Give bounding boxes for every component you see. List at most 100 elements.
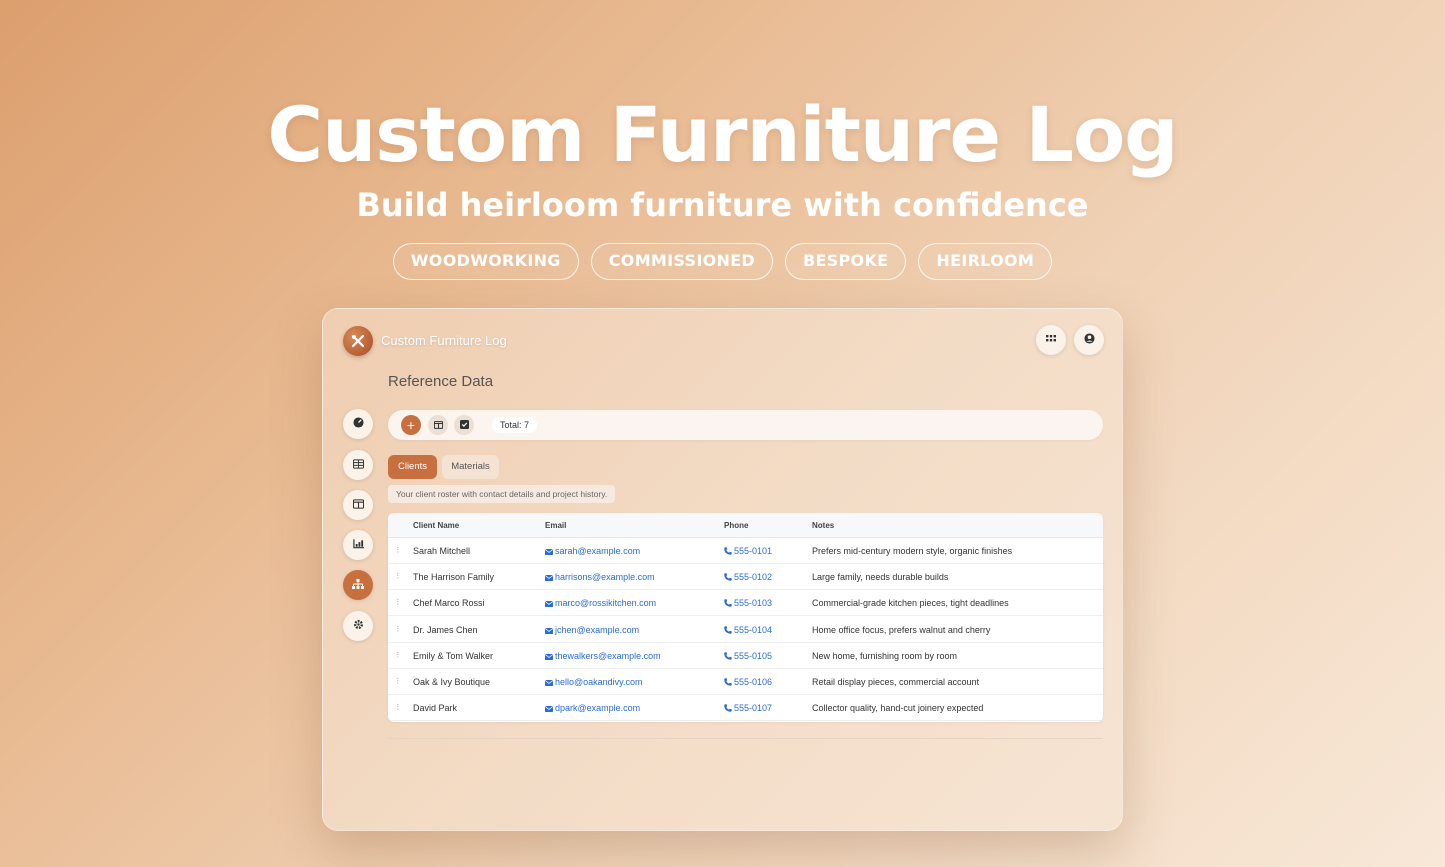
total-count: Total: 7 bbox=[492, 417, 538, 433]
gauge-icon bbox=[352, 415, 364, 433]
table-icon bbox=[352, 456, 364, 474]
table-row[interactable]: ⠇ Dr. James Chen jchen@example.com 555-0104… bbox=[388, 617, 1103, 643]
columns-view-button[interactable] bbox=[428, 415, 448, 435]
page-title: Reference Data bbox=[388, 373, 494, 390]
user-button[interactable] bbox=[1074, 325, 1104, 355]
tab-description: Your client roster with contact details … bbox=[388, 485, 616, 503]
divider bbox=[388, 738, 1103, 739]
select-button[interactable] bbox=[454, 415, 474, 435]
cell-email[interactable]: marco@rossikitchen.com bbox=[544, 590, 656, 617]
cell-client-name: Emily & Tom Walker bbox=[413, 650, 494, 661]
drag-handle-icon[interactable]: ⠇ bbox=[396, 669, 402, 694]
sitemap-icon bbox=[352, 576, 364, 594]
cell-phone[interactable]: 555-0107 bbox=[724, 695, 772, 722]
cell-email[interactable]: hello@oakandivy.com bbox=[544, 669, 643, 696]
phone-icon bbox=[724, 644, 732, 670]
app-window: Custom Furniture Log Reference Data + To… bbox=[322, 308, 1123, 831]
drag-handle-icon[interactable]: ⠇ bbox=[396, 643, 402, 668]
phone-icon bbox=[724, 670, 732, 696]
cell-phone[interactable]: 555-0101 bbox=[724, 538, 772, 565]
phone-icon bbox=[724, 591, 732, 617]
cell-notes: New home, furnishing room by room bbox=[812, 650, 958, 661]
table-row[interactable]: ⠇ David Park dpark@example.com 555-0107 Coll… bbox=[388, 695, 1103, 722]
tag-bespoke: BESPOKE bbox=[784, 243, 907, 280]
envelope-icon bbox=[544, 618, 554, 644]
clients-table: Client Name Email Phone Notes ⠇ Sarah Mit… bbox=[388, 513, 1103, 722]
envelope-icon bbox=[544, 591, 554, 617]
drag-handle-icon[interactable]: ⠇ bbox=[396, 617, 402, 642]
table-row[interactable]: ⠇ Chef Marco Rossi marco@rossikitchen.com 5… bbox=[388, 590, 1103, 617]
table-row[interactable]: ⠇ The Harrison Family harrisons@example.co… bbox=[388, 564, 1103, 591]
phone-icon bbox=[724, 539, 732, 565]
gear-icon bbox=[353, 617, 364, 635]
envelope-icon bbox=[544, 565, 554, 591]
table-row[interactable]: ⠇ Sarah Mitchell sarah@example.com 555-0101… bbox=[388, 538, 1103, 564]
app-title: Custom Furniture Log bbox=[381, 333, 507, 348]
envelope-icon bbox=[544, 539, 554, 565]
add-button[interactable]: + bbox=[401, 415, 421, 435]
cell-client-name: Dr. James Chen bbox=[413, 624, 478, 635]
apps-button[interactable] bbox=[1036, 325, 1066, 355]
tab-materials[interactable]: Materials bbox=[442, 455, 499, 479]
cell-phone[interactable]: 555-0103 bbox=[724, 590, 772, 617]
envelope-icon bbox=[544, 670, 554, 696]
hero-subtitle: Build heirloom furniture with confidence bbox=[356, 186, 1089, 224]
user-circle-icon bbox=[1083, 331, 1095, 349]
columns-icon bbox=[352, 496, 364, 514]
cell-email[interactable]: sarah@example.com bbox=[544, 538, 640, 565]
table-header: Client Name Email Phone Notes bbox=[388, 513, 1103, 538]
phone-icon bbox=[724, 696, 732, 722]
columns-icon bbox=[433, 416, 443, 434]
checkbox-icon bbox=[459, 416, 469, 434]
drag-handle-icon[interactable]: ⠇ bbox=[396, 564, 402, 589]
cell-client-name: Sarah Mitchell bbox=[413, 546, 471, 556]
toolbar: + Total: 7 bbox=[388, 410, 1103, 440]
column-header-email[interactable]: Email bbox=[545, 513, 566, 538]
drag-handle-icon[interactable]: ⠇ bbox=[396, 590, 402, 615]
cell-notes: Prefers mid-century modern style, organi… bbox=[812, 546, 1013, 556]
cell-phone[interactable]: 555-0106 bbox=[724, 669, 772, 696]
cell-email[interactable]: jchen@example.com bbox=[544, 617, 639, 644]
hero-tags: WOODWORKING COMMISSIONED BESPOKE HEIRLOO… bbox=[0, 243, 1445, 280]
cell-notes: Large family, needs durable builds bbox=[812, 572, 949, 583]
tab-clients[interactable]: Clients bbox=[388, 455, 437, 479]
cell-notes: Commercial-grade kitchen pieces, tight d… bbox=[812, 598, 1009, 609]
column-header-phone[interactable]: Phone bbox=[724, 513, 748, 538]
tag-heirloom: HEIRLOOM bbox=[918, 243, 1053, 280]
cell-notes: Retail display pieces, commercial accoun… bbox=[812, 677, 980, 687]
envelope-icon bbox=[544, 644, 554, 670]
envelope-icon bbox=[544, 696, 554, 722]
cell-email[interactable]: dpark@example.com bbox=[544, 695, 640, 722]
phone-icon bbox=[724, 565, 732, 591]
sidebar-item-reference-data[interactable] bbox=[343, 570, 373, 600]
sidebar-item-table[interactable] bbox=[343, 450, 373, 480]
chart-icon bbox=[352, 536, 364, 554]
tag-woodworking: WOODWORKING bbox=[392, 243, 579, 280]
drag-handle-icon[interactable]: ⠇ bbox=[396, 538, 402, 563]
sidebar-item-dashboard[interactable] bbox=[343, 409, 373, 439]
tag-commissioned: COMMISSIONED bbox=[590, 243, 773, 280]
cell-client-name: Oak & Ivy Boutique bbox=[413, 677, 491, 687]
cell-client-name: David Park bbox=[413, 703, 458, 714]
cell-phone[interactable]: 555-0105 bbox=[724, 643, 772, 670]
column-header-notes[interactable]: Notes bbox=[812, 513, 834, 538]
table-row[interactable]: ⠇ Emily & Tom Walker thewalkers@example.co… bbox=[388, 643, 1103, 669]
cell-notes: Collector quality, hand-cut joinery expe… bbox=[812, 703, 984, 714]
grid-icon bbox=[1046, 331, 1056, 349]
cell-client-name: Chef Marco Rossi bbox=[413, 598, 485, 609]
hero-title: Custom Furniture Log bbox=[267, 90, 1178, 179]
cell-client-name: The Harrison Family bbox=[413, 572, 495, 583]
cell-phone[interactable]: 555-0104 bbox=[724, 617, 772, 644]
cell-email[interactable]: harrisons@example.com bbox=[544, 564, 655, 591]
tools-icon[interactable] bbox=[343, 326, 373, 356]
column-header-name[interactable]: Client Name bbox=[413, 513, 459, 538]
cell-email[interactable]: thewalkers@example.com bbox=[544, 643, 661, 670]
sidebar-item-chart[interactable] bbox=[343, 530, 373, 560]
phone-icon bbox=[724, 618, 732, 644]
cell-phone[interactable]: 555-0102 bbox=[724, 564, 772, 591]
drag-handle-icon[interactable]: ⠇ bbox=[396, 695, 402, 720]
sidebar-item-columns[interactable] bbox=[343, 490, 373, 520]
sidebar-item-settings[interactable] bbox=[343, 611, 373, 641]
cell-notes: Home office focus, prefers walnut and ch… bbox=[812, 624, 991, 635]
table-row[interactable]: ⠇ Oak & Ivy Boutique hello@oakandivy.com 55… bbox=[388, 669, 1103, 695]
